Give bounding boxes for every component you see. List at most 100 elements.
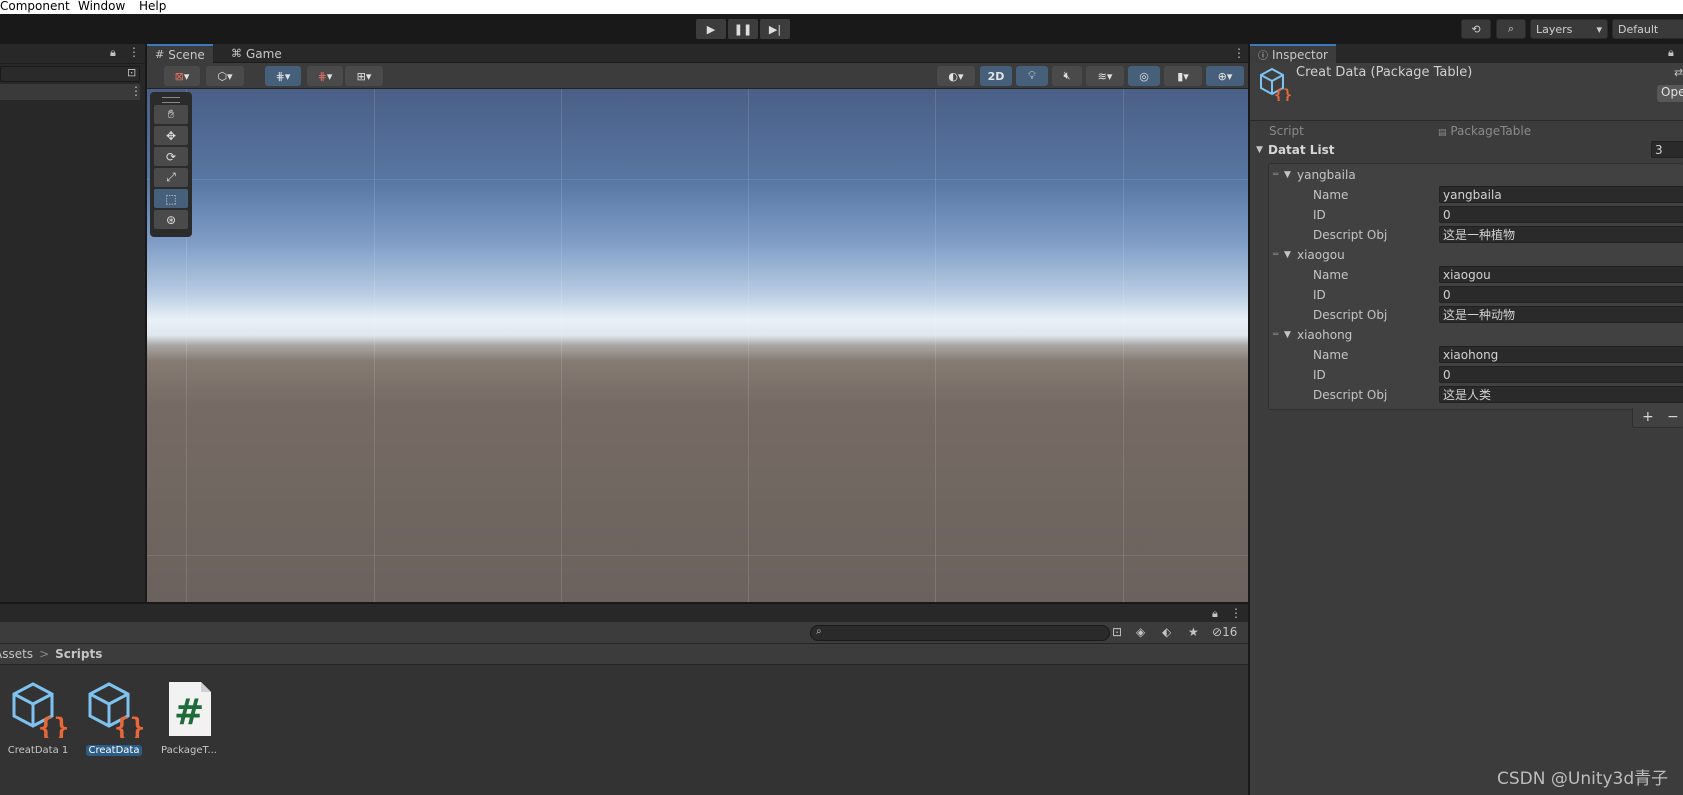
lock-icon[interactable]: 🔒︎ [1212,607,1218,621]
descript-field[interactable]: 这是一种植物 [1439,226,1683,243]
open-button[interactable]: Ope [1657,85,1683,102]
menu-item-help[interactable]: Help [139,0,166,12]
transform-tool-button[interactable]: ⊛ [154,210,188,229]
name-field[interactable]: xiaogou [1439,266,1683,283]
descript-field[interactable]: 这是人类 [1439,386,1683,403]
list-header-row[interactable]: ▼ Datat List 3 [1250,140,1683,159]
search-options-icon[interactable]: ⊡ [1112,625,1122,639]
pivot-toggle[interactable]: ⊠ ▾ [164,66,200,86]
gizmos-dropdown[interactable]: ⊕ ▾ [1206,66,1244,86]
toggle-2d-button[interactable]: 2D [980,66,1012,86]
drag-handle[interactable] [162,97,180,103]
tab-game[interactable]: ⌘ Game [223,44,290,63]
audio-toggle[interactable]: 🔇︎ [1052,66,1082,86]
lock-icon[interactable]: 🔒︎ [1668,46,1674,60]
shading-mode-dropdown[interactable]: ◐ ▾ [937,66,975,86]
list-item-header[interactable]: ═ ▼ xiaohong [1250,325,1683,344]
asset-label: CreatData [85,745,143,756]
id-field[interactable]: 0 [1439,366,1683,383]
asset-item[interactable]: {} CreatData 1 [3,680,73,756]
transform-tool-palette: ✋︎ ✥ ⟳ ⤢ ⬚ ⊛ [150,92,192,237]
search-icon: ⌕ [816,626,822,637]
more-icon[interactable]: ⋮ [128,45,140,59]
hierarchy-scene-row[interactable] [0,84,140,100]
filter-type-icon[interactable]: ◈ [1136,625,1145,639]
remove-element-button[interactable]: − [1667,409,1679,425]
project-header: 🔒︎ ⋮ [0,602,1248,622]
descript-field[interactable]: 这是一种动物 [1439,306,1683,323]
id-field[interactable]: 0 [1439,206,1683,223]
breadcrumb-assets[interactable]: Assets [0,647,33,661]
move-icon: ✥ [165,128,177,143]
grid-snap-icon: ⋕ [275,69,285,83]
name-field[interactable]: yangbaila [1439,186,1683,203]
list-count-field[interactable]: 3 [1651,141,1683,158]
move-tool-button[interactable]: ✥ [154,126,188,145]
asset-item[interactable]: # PackageT... [154,680,224,756]
global-toggle[interactable]: ⬡ ▾ [206,66,244,86]
tab-inspector[interactable]: ⓘ Inspector [1250,44,1336,63]
script-field[interactable]: ▤ PackageTable [1438,124,1531,138]
light-bulb-icon: 💡︎ [1028,69,1036,82]
visibility-toggle[interactable]: ◎ [1128,66,1160,86]
grid-snap-toggle[interactable]: ⋕ ▾ [265,66,301,86]
list-footer: + − [1632,408,1683,428]
tab-scene[interactable]: # Scene [147,44,213,63]
scene-viewport[interactable] [147,89,1248,602]
svg-text:{}: {} [38,713,68,738]
list-item-header[interactable]: ═ ▼ yangbaila [1250,165,1683,184]
layers-dropdown[interactable]: Layers ▾ [1530,19,1608,39]
scene-more-icon[interactable]: ⋮ [1233,46,1245,60]
snap-increment-toggle[interactable]: ⋕ ▾ [307,66,343,86]
foldout-icon: ▼ [1284,329,1291,340]
layout-label: Default [1618,22,1659,36]
lighting-toggle[interactable]: 💡︎ [1016,66,1048,86]
name-field[interactable]: xiaohong [1439,346,1683,363]
play-button[interactable]: ▶ [696,19,726,39]
foldout-icon: ▼ [1256,144,1263,155]
add-element-button[interactable]: + [1642,409,1654,425]
list-item-header[interactable]: ═ ▼ xiaogou [1250,245,1683,264]
drag-handle-icon[interactable]: ═ [1273,170,1278,180]
search-button[interactable]: ⌕ [1496,19,1526,39]
hidden-packages-toggle[interactable]: ⊘16 [1212,625,1237,639]
rotate-tool-button[interactable]: ⟳ [154,147,188,166]
pause-button[interactable]: ❚❚ [728,19,758,39]
id-field[interactable]: 0 [1439,286,1683,303]
rect-tool-button[interactable]: ⬚ [154,189,188,208]
menu-item-window[interactable]: Window [78,0,125,12]
hand-tool-button[interactable]: ✋︎ [154,105,188,124]
layout-dropdown[interactable]: Default [1612,19,1683,39]
menu-item-component[interactable]: Component [0,0,70,12]
breadcrumb-scripts[interactable]: Scripts [55,647,102,661]
drag-handle-icon[interactable]: ═ [1273,250,1278,260]
playback-controls: ▶ ❚❚ ▶| [696,19,790,39]
project-search-input[interactable]: ⌕ [810,625,1110,641]
drag-handle-icon[interactable]: ═ [1273,330,1278,340]
hierarchy-panel: 🔒︎ ⋮ ⊡ ⋮ [0,44,146,602]
settings-icon[interactable]: ⇄ [1674,66,1683,79]
inspector-tab-bar: ⓘ Inspector 🔒︎ [1250,44,1683,63]
effects-icon: ≋ [1097,69,1107,83]
effects-dropdown[interactable]: ≋ ▾ [1086,66,1124,86]
scale-icon: ⤢ [166,170,176,184]
grid-icon: # [155,48,165,61]
lock-icon[interactable]: 🔒︎ [110,46,116,60]
scene-row-more-icon[interactable]: ⋮ [130,84,142,98]
scale-tool-button[interactable]: ⤢ [154,168,188,187]
history-button[interactable]: ⟲ [1461,19,1491,39]
project-more-icon[interactable]: ⋮ [1230,606,1242,620]
asset-item-selected[interactable]: {} CreatData [79,680,149,756]
asset-label: CreatData 1 [7,745,69,756]
descript-label: Descript Obj [1313,227,1388,242]
search-options-icon[interactable]: ⊡ [127,66,136,79]
camera-dropdown[interactable]: ▮ ▾ [1164,66,1202,86]
name-row: Name yangbaila [1250,185,1683,204]
hierarchy-search-input[interactable] [0,66,140,82]
grid-line [561,89,562,602]
tag-icon[interactable]: ⬖ [1162,625,1171,639]
step-button[interactable]: ▶| [760,19,790,39]
ruler-toggle[interactable]: ⊞ ▾ [345,66,383,86]
star-icon[interactable]: ★ [1188,625,1199,639]
cube-icon: ⬡ [217,69,228,83]
